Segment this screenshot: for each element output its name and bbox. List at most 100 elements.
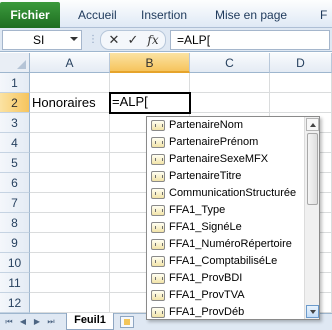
- autocomplete-item[interactable]: FFA1_NuméroRépertoire: [147, 236, 305, 253]
- cancel-icon[interactable]: ✕: [105, 32, 123, 49]
- cell[interactable]: [30, 213, 110, 233]
- row-header-3[interactable]: 3: [0, 113, 30, 133]
- autocomplete-item[interactable]: FFA1_ProvBDI: [147, 270, 305, 287]
- first-sheet-icon[interactable]: ⏮: [4, 317, 14, 327]
- autocomplete-item[interactable]: CommunicationStructurée: [147, 185, 305, 202]
- cell[interactable]: [30, 133, 110, 153]
- name-box-dropdown-icon[interactable]: [70, 37, 78, 41]
- formula-input[interactable]: =ALP[: [170, 30, 330, 50]
- row-header-1[interactable]: 1: [0, 73, 30, 93]
- scroll-thumb[interactable]: [307, 133, 318, 205]
- row-header-11[interactable]: 11: [0, 273, 30, 293]
- autocomplete-item[interactable]: FFA1_ProvDéb: [147, 304, 305, 319]
- autocomplete-item-label: PartenaireNom: [169, 119, 243, 131]
- autocomplete-item-label: PartenairePrénom: [169, 136, 259, 148]
- column-header-a[interactable]: A: [30, 53, 110, 73]
- formula-buttons: ✕ ✓ fx: [100, 30, 166, 50]
- tab-formules-partial[interactable]: F: [320, 5, 327, 25]
- resize-handle-icon[interactable]: ⋮: [88, 32, 98, 48]
- cell[interactable]: [270, 73, 332, 93]
- autocomplete-items: PartenaireNom PartenairePrénom PartenaireS…: [147, 117, 305, 319]
- column-header-b[interactable]: B: [110, 53, 190, 73]
- autocomplete-item[interactable]: PartenaireTitre: [147, 168, 305, 185]
- cell[interactable]: [30, 173, 110, 193]
- tab-accueil[interactable]: Accueil: [78, 5, 117, 25]
- named-range-icon: [151, 154, 165, 165]
- scroll-down-button[interactable]: [306, 305, 319, 318]
- tab-mise-en-page[interactable]: Mise en page: [215, 5, 287, 25]
- cell[interactable]: [30, 193, 110, 213]
- enter-icon[interactable]: ✓: [124, 32, 142, 49]
- named-range-icon: [151, 290, 165, 301]
- named-range-icon: [151, 137, 165, 148]
- formula-autocomplete-list: PartenaireNom PartenairePrénom PartenaireS…: [146, 116, 320, 320]
- cell[interactable]: [270, 93, 332, 113]
- cell[interactable]: [30, 253, 110, 273]
- autocomplete-item-label: FFA1_SignéLe: [169, 221, 242, 233]
- cell-a2[interactable]: Honoraires: [30, 93, 110, 113]
- named-range-icon: [151, 307, 165, 318]
- autocomplete-item-label: FFA1_Type: [169, 204, 226, 216]
- arrow-up-icon: [310, 123, 316, 127]
- row-header-9[interactable]: 9: [0, 233, 30, 253]
- autocomplete-item[interactable]: PartenairePrénom: [147, 134, 305, 151]
- cell[interactable]: [190, 73, 270, 93]
- next-sheet-icon[interactable]: ▶: [32, 317, 42, 327]
- named-range-icon: [151, 222, 165, 233]
- sheet-tab-feuil1[interactable]: Feuil1: [66, 313, 114, 330]
- named-range-icon: [151, 205, 165, 216]
- excel-window: Fichier Accueil Insertion Mise en page F…: [0, 0, 332, 330]
- cell[interactable]: [30, 73, 110, 93]
- arrow-down-icon: [310, 310, 316, 314]
- ribbon-tab-bar: Fichier Accueil Insertion Mise en page F: [0, 0, 332, 28]
- row-header-5[interactable]: 5: [0, 153, 30, 173]
- tab-insertion[interactable]: Insertion: [141, 5, 187, 25]
- autocomplete-item[interactable]: PartenaireSexeMFX: [147, 151, 305, 168]
- row-header-12[interactable]: 12: [0, 293, 30, 313]
- autocomplete-item-label: PartenaireTitre: [169, 170, 242, 182]
- autocomplete-item-label: PartenaireSexeMFX: [169, 153, 269, 165]
- column-header-d[interactable]: D: [270, 53, 332, 73]
- cell[interactable]: [190, 93, 270, 113]
- insert-function-icon[interactable]: fx: [144, 32, 162, 49]
- formula-bar: SI ⋮ ✕ ✓ fx =ALP[: [0, 28, 332, 52]
- last-sheet-icon[interactable]: ⏭: [46, 317, 56, 327]
- named-range-icon: [151, 188, 165, 199]
- named-range-icon: [151, 171, 165, 182]
- cell[interactable]: [30, 153, 110, 173]
- row-header-8[interactable]: 8: [0, 213, 30, 233]
- cell[interactable]: [30, 113, 110, 133]
- autocomplete-item-label: FFA1_NuméroRépertoire: [169, 238, 292, 250]
- autocomplete-item[interactable]: FFA1_ProvTVA: [147, 287, 305, 304]
- autocomplete-item-label: CommunicationStructurée: [169, 187, 297, 199]
- autocomplete-item-label: FFA1_ComptabiliséLe: [169, 255, 278, 267]
- prev-sheet-icon[interactable]: ◀: [18, 317, 28, 327]
- scroll-up-button[interactable]: [306, 118, 319, 131]
- select-all-button[interactable]: [0, 53, 30, 73]
- cell[interactable]: [110, 73, 190, 93]
- named-range-icon: [151, 120, 165, 131]
- autocomplete-item-label: FFA1_ProvDéb: [169, 306, 245, 318]
- autocomplete-item-label: FFA1_ProvTVA: [169, 289, 245, 301]
- autocomplete-item[interactable]: FFA1_ComptabiliséLe: [147, 253, 305, 270]
- named-range-icon: [151, 239, 165, 250]
- autocomplete-item[interactable]: PartenaireNom: [147, 117, 305, 134]
- file-tab[interactable]: Fichier: [0, 2, 60, 28]
- column-header-c[interactable]: C: [190, 53, 270, 73]
- row-header-7[interactable]: 7: [0, 193, 30, 213]
- row-header-6[interactable]: 6: [0, 173, 30, 193]
- autocomplete-item[interactable]: FFA1_SignéLe: [147, 219, 305, 236]
- cell-b2-active[interactable]: =ALP[: [109, 92, 191, 114]
- select-all-icon: [17, 60, 26, 69]
- cell[interactable]: [30, 293, 110, 313]
- autocomplete-scrollbar[interactable]: [304, 117, 319, 319]
- cell[interactable]: [30, 273, 110, 293]
- row-header-2[interactable]: 2: [0, 93, 30, 113]
- cell[interactable]: [30, 233, 110, 253]
- insert-sheet-icon[interactable]: [120, 316, 134, 328]
- row-header-4[interactable]: 4: [0, 133, 30, 153]
- autocomplete-item[interactable]: FFA1_Type: [147, 202, 305, 219]
- row-header-10[interactable]: 10: [0, 253, 30, 273]
- named-range-icon: [151, 273, 165, 284]
- named-range-icon: [151, 256, 165, 267]
